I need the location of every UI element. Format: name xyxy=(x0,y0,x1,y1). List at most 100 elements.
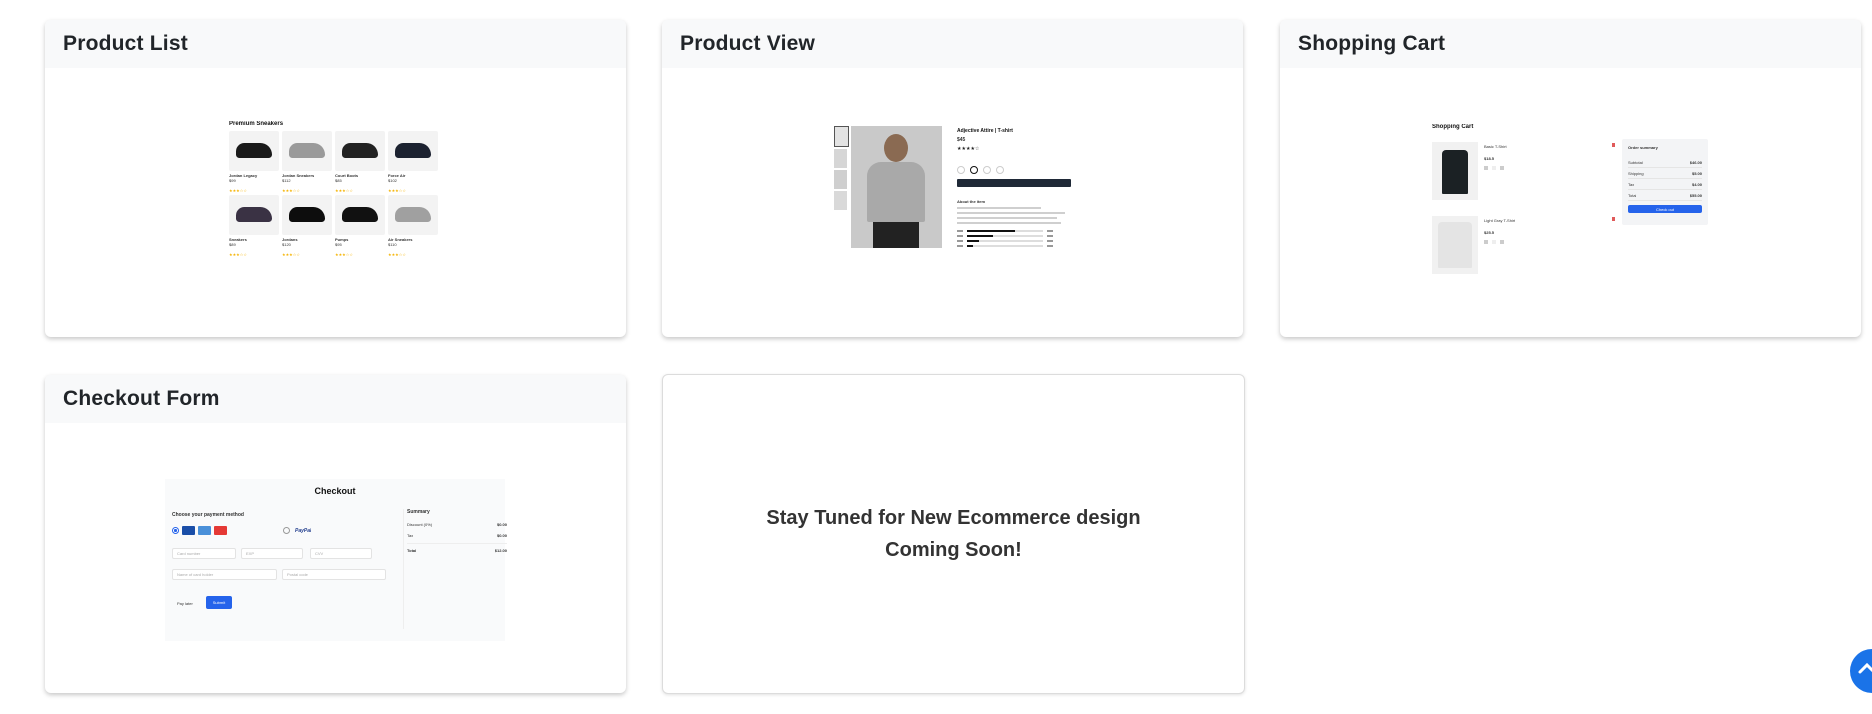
rating-stars: ★★★☆☆ xyxy=(282,252,300,257)
card-header: Product View xyxy=(662,20,1243,68)
summary-rows: Discount (0%) $0.00 Tax $0.00 Total $12.00 xyxy=(407,521,507,554)
postal-code-field[interactable]: Postal code xyxy=(282,569,386,580)
rating-stars: ★★★☆☆ xyxy=(388,188,406,193)
product-image xyxy=(229,195,279,235)
card-coming-soon: Stay Tuned for New Ecommerce design Comi… xyxy=(662,374,1245,694)
product-card[interactable]: Force Air $102 ★★★☆☆ xyxy=(388,131,440,193)
product-card[interactable]: Jordan Sneakers $112 ★★★☆☆ xyxy=(282,131,334,193)
cart-heading: Shopping Cart xyxy=(1432,124,1474,130)
product-view-preview: Adjective Attire | T-shirt $45 ★★★★☆ Abo… xyxy=(834,126,1074,286)
card-header: Checkout Form xyxy=(45,375,626,423)
size-selector xyxy=(957,166,1072,174)
payment-option-paypal[interactable]: PayPal xyxy=(283,527,311,534)
summary-row: Total $55.00 xyxy=(1628,191,1702,201)
summary-heading: Order summary xyxy=(1628,145,1658,150)
item-price: $25.5 xyxy=(1484,230,1495,235)
add-to-cart-button[interactable] xyxy=(957,179,1071,187)
card-title: Checkout Form xyxy=(63,387,220,410)
card-product-view[interactable]: Product View Adjective Attire | T-shirt … xyxy=(662,20,1243,337)
summary-label: Shipping xyxy=(1628,171,1644,176)
summary-value: $46.00 xyxy=(1689,160,1702,165)
item-price: $18.5 xyxy=(1484,156,1495,161)
exp-field[interactable]: EXP xyxy=(241,548,303,559)
product-details: Adjective Attire | T-shirt $45 ★★★★☆ Abo… xyxy=(957,128,1072,250)
size-option[interactable] xyxy=(996,166,1004,174)
card-header: Shopping Cart xyxy=(1280,20,1861,68)
visa-icon xyxy=(182,526,195,535)
card-holder-field[interactable]: Name of card holder xyxy=(172,569,277,580)
payment-option-card[interactable] xyxy=(172,526,227,535)
order-summary: Order summary Subtotal $46.00 Shipping $5.0… xyxy=(1622,139,1708,225)
checkout-preview: Checkout Choose your payment method PayP… xyxy=(165,479,507,641)
remove-icon[interactable] xyxy=(1612,217,1615,221)
radio-selected-icon[interactable] xyxy=(172,527,179,534)
product-image xyxy=(282,195,332,235)
product-image xyxy=(851,126,942,248)
product-card[interactable]: Sneakers $89 ★★★☆☆ xyxy=(229,195,281,257)
radio-icon[interactable] xyxy=(283,527,290,534)
thumbnail[interactable] xyxy=(834,191,847,210)
product-grid: Jordan Legacy $99 ★★★☆☆ Jordan Sneakers $11… xyxy=(229,131,444,257)
card-title: Shopping Cart xyxy=(1298,32,1446,55)
summary-row: Tax $4.00 xyxy=(1628,180,1702,190)
cvv-field[interactable]: CVV xyxy=(310,548,372,559)
summary-heading: Summary xyxy=(407,509,430,515)
checkout-button[interactable]: Check out xyxy=(1628,205,1702,213)
quantity-stepper[interactable] xyxy=(1484,240,1508,245)
product-card[interactable]: Jordans $120 ★★★☆☆ xyxy=(282,195,334,257)
item-image xyxy=(1432,216,1478,274)
thumbnail[interactable] xyxy=(834,126,849,147)
product-image xyxy=(229,131,279,171)
quantity-stepper[interactable] xyxy=(1484,166,1508,171)
thumbnail[interactable] xyxy=(834,170,847,189)
product-image xyxy=(388,195,438,235)
product-card[interactable]: Court Boots $85 ★★★☆☆ xyxy=(335,131,387,193)
summary-value: $5.00 xyxy=(1691,171,1702,176)
size-option[interactable] xyxy=(970,166,978,174)
summary-rows: Subtotal $46.00 Shipping $5.00 Tax $4.00 Total… xyxy=(1628,158,1702,201)
product-price: $45 xyxy=(957,137,966,143)
summary-row: Tax $0.00 xyxy=(407,532,507,539)
item-name: Light Gray T-Shirt xyxy=(1484,218,1516,223)
submit-button[interactable]: Submit xyxy=(206,596,232,609)
pay-later-button[interactable]: Pay later xyxy=(177,601,193,606)
summary-label: Total xyxy=(1628,193,1637,198)
summary-label: Subtotal xyxy=(1628,160,1643,165)
summary-row: Total $12.00 xyxy=(407,543,507,554)
rating-stars: ★★★★☆ xyxy=(957,146,980,152)
card-number-field[interactable]: Card number xyxy=(172,548,236,559)
rating-stars: ★★★☆☆ xyxy=(335,188,353,193)
product-image xyxy=(335,195,385,235)
shopping-cart-preview: Shopping Cart Basic T-Shirt $18.5 Light … xyxy=(1432,124,1712,286)
size-option[interactable] xyxy=(957,166,965,174)
scroll-to-top-button[interactable] xyxy=(1850,649,1872,693)
summary-value: $12.00 xyxy=(494,548,507,553)
rating-stars: ★★★☆☆ xyxy=(229,252,247,257)
card-checkout-form[interactable]: Checkout Form Checkout Choose your payme… xyxy=(45,375,626,693)
rating-stars: ★★★☆☆ xyxy=(282,188,300,193)
coming-soon-line1: Stay Tuned for New Ecommerce design xyxy=(766,507,1141,529)
product-card[interactable]: Jordan Legacy $99 ★★★☆☆ xyxy=(229,131,281,193)
remove-icon[interactable] xyxy=(1612,143,1615,147)
product-image xyxy=(335,131,385,171)
card-product-list[interactable]: Product List Premium Sneakers Jordan Leg… xyxy=(45,20,626,337)
summary-label: Discount (0%) xyxy=(407,522,433,527)
thumbnail[interactable] xyxy=(834,149,847,168)
product-card[interactable]: Air Sneakers $110 ★★★☆☆ xyxy=(388,195,440,257)
summary-value: $4.00 xyxy=(1691,182,1702,187)
unionpay-icon xyxy=(214,526,227,535)
rating-stars: ★★★☆☆ xyxy=(229,188,247,193)
paypal-logo: PayPal xyxy=(295,527,312,534)
product-list-preview: Premium Sneakers Jordan Legacy $99 ★★★☆☆ J… xyxy=(229,121,444,283)
summary-value: $0.00 xyxy=(496,522,507,527)
about-heading: About the item xyxy=(957,199,985,204)
product-title: Adjective Attire | T-shirt xyxy=(957,128,1013,134)
card-shopping-cart[interactable]: Shopping Cart Shopping Cart Basic T-Shir… xyxy=(1280,20,1861,337)
summary-label: Tax xyxy=(407,533,414,538)
product-card[interactable]: Pumps $95 ★★★☆☆ xyxy=(335,195,387,257)
size-option[interactable] xyxy=(983,166,991,174)
amex-icon xyxy=(198,526,211,535)
summary-label: Total xyxy=(407,548,417,553)
arrow-up-icon xyxy=(1858,662,1872,674)
product-image xyxy=(282,131,332,171)
